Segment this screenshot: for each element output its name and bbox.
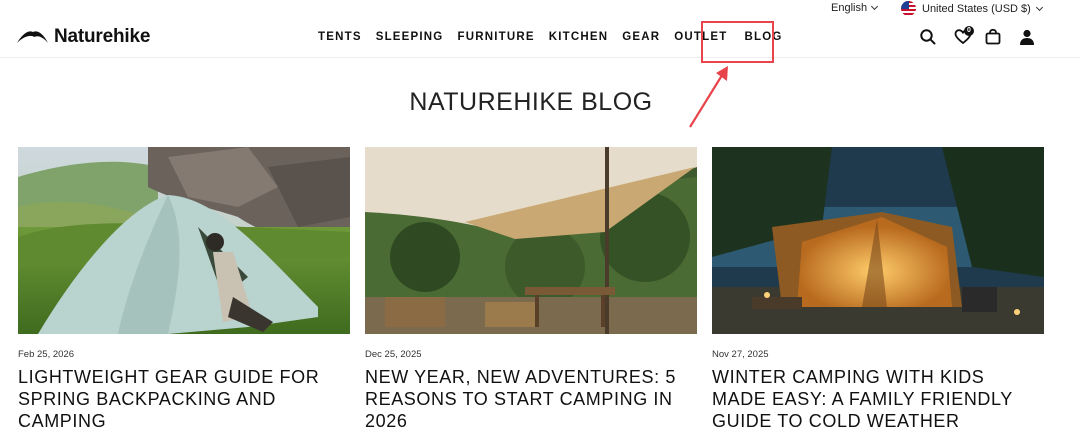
blog-post-card: Feb 25, 2026 LIGHTWEIGHT GEAR GUIDE FOR … [18, 147, 350, 432]
site-header: Naturehike TENTS SLEEPING FURNITURE KITC… [0, 18, 1080, 58]
header-icons: 0 [919, 26, 1036, 46]
post-image-tent-meadow[interactable] [18, 147, 350, 334]
nav-kitchen[interactable]: KITCHEN [549, 31, 609, 43]
blog-post-card: Dec 25, 2025 NEW YEAR, NEW ADVENTURES: 5… [365, 147, 697, 432]
nav-gear[interactable]: GEAR [622, 31, 660, 43]
currency-label: United States (USD $) [922, 2, 1031, 15]
currency-selector[interactable]: United States (USD $) [901, 1, 1043, 16]
annotation-highlight-box [701, 21, 774, 63]
mountain-logo-icon [17, 31, 48, 43]
brand-name: Naturehike [54, 26, 151, 47]
nav-sleeping[interactable]: SLEEPING [376, 31, 444, 43]
us-flag-icon [901, 1, 916, 16]
post-date: Feb 25, 2026 [18, 349, 74, 360]
nav-furniture[interactable]: FURNITURE [457, 31, 534, 43]
language-label: English [831, 2, 868, 14]
search-icon[interactable] [919, 28, 937, 46]
post-title-link[interactable]: LIGHTWEIGHT GEAR GUIDE FOR SPRING BACKPA… [18, 366, 350, 432]
utility-bar: English United States (USD $) [0, 0, 1080, 18]
heart-icon[interactable]: 0 [954, 26, 974, 46]
post-image-lit-tent-night[interactable] [712, 147, 1044, 334]
post-title-link[interactable]: WINTER CAMPING WITH KIDS MADE EASY: A FA… [712, 366, 1044, 436]
language-selector[interactable]: English [831, 2, 879, 14]
page-title: NATUREHIKE BLOG [409, 88, 653, 116]
post-title-link[interactable]: NEW YEAR, NEW ADVENTURES: 5 REASONS TO S… [365, 366, 697, 432]
post-image-canopy-camp[interactable] [365, 147, 697, 334]
chevron-down-icon [871, 2, 879, 11]
wishlist-count-badge: 0 [964, 26, 974, 36]
bag-icon[interactable] [984, 28, 1002, 46]
account-icon[interactable] [1018, 28, 1036, 46]
chevron-down-icon [1035, 3, 1043, 11]
nav-tents[interactable]: TENTS [318, 31, 362, 43]
brand-logo[interactable]: Naturehike [17, 26, 150, 48]
post-date: Nov 27, 2025 [712, 349, 769, 360]
post-date: Dec 25, 2025 [365, 349, 422, 360]
blog-post-card: Nov 27, 2025 WINTER CAMPING WITH KIDS MA… [712, 147, 1044, 436]
